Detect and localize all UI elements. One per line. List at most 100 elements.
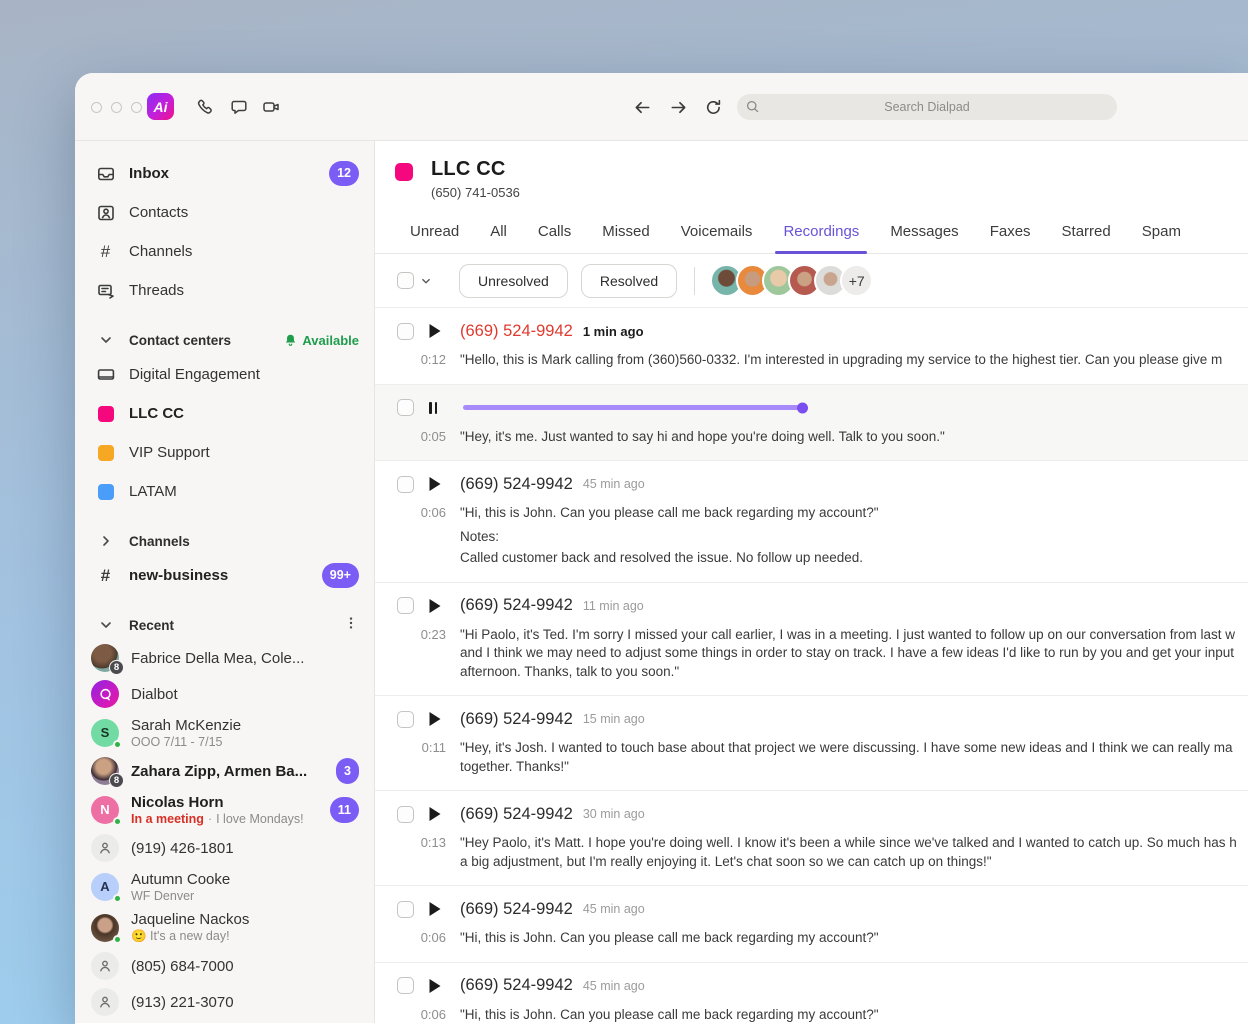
transcript-text: "Hey Paolo, it's Matt. I hope you're doi… bbox=[460, 834, 1248, 853]
play-icon[interactable] bbox=[428, 598, 443, 614]
close-window-button[interactable] bbox=[91, 102, 102, 113]
phone-icon[interactable] bbox=[195, 97, 215, 117]
resolved-filter-button[interactable]: Resolved bbox=[581, 264, 677, 298]
tab-all[interactable]: All bbox=[490, 223, 507, 253]
minimize-window-button[interactable] bbox=[111, 102, 122, 113]
caller-number[interactable]: (669) 524-9942 bbox=[460, 596, 573, 615]
agent-overflow-count[interactable]: +7 bbox=[840, 264, 873, 297]
tab-voicemails[interactable]: Voicemails bbox=[681, 223, 753, 253]
recent-item-name: Zahara Zipp, Armen Ba... bbox=[131, 763, 307, 780]
recording-duration: 0:13 bbox=[397, 835, 446, 871]
play-icon[interactable] bbox=[428, 806, 443, 822]
zoom-window-button[interactable] bbox=[131, 102, 142, 113]
caller-number[interactable]: (669) 524-9942 bbox=[460, 475, 573, 494]
inbox-icon bbox=[95, 164, 116, 184]
playback-progress-bar[interactable] bbox=[463, 405, 805, 410]
sidebar-item-digital-engagement[interactable]: Digital Engagement bbox=[75, 355, 374, 394]
play-icon[interactable] bbox=[428, 476, 443, 492]
caller-number[interactable]: (669) 524-9942 bbox=[460, 322, 573, 341]
chat-icon[interactable] bbox=[229, 97, 249, 117]
caller-number[interactable]: (669) 524-9942 bbox=[460, 805, 573, 824]
recording-row[interactable]: (669) 524-9942 45 min ago 0:06 "Hi, this… bbox=[375, 461, 1248, 583]
recording-row[interactable]: (669) 524-9942 1 min ago 0:12 "Hello, th… bbox=[375, 308, 1248, 385]
sidebar-item-inbox[interactable]: Inbox 12 bbox=[75, 154, 374, 193]
caller-number[interactable]: (669) 524-9942 bbox=[460, 976, 573, 995]
row-checkbox[interactable] bbox=[397, 977, 414, 994]
sidebar-item-contacts[interactable]: Contacts bbox=[75, 193, 374, 232]
tab-messages[interactable]: Messages bbox=[890, 223, 958, 253]
availability-status[interactable]: Available bbox=[283, 333, 359, 348]
unresolved-filter-button[interactable]: Unresolved bbox=[459, 264, 568, 298]
recording-duration: 0:23 bbox=[397, 627, 446, 682]
sidebar-item-label: VIP Support bbox=[129, 444, 210, 461]
row-checkbox[interactable] bbox=[397, 476, 414, 493]
tab-calls[interactable]: Calls bbox=[538, 223, 571, 253]
recording-row[interactable]: (669) 524-9942 45 min ago 0:06 "Hi, this… bbox=[375, 886, 1248, 963]
recent-item-dialbot[interactable]: Dialbot bbox=[75, 676, 374, 712]
recording-row-playing[interactable]: 0:05 "Hey, it's me. Just wanted to say h… bbox=[375, 385, 1248, 462]
caller-number[interactable]: (669) 524-9942 bbox=[460, 710, 573, 729]
tab-missed[interactable]: Missed bbox=[602, 223, 650, 253]
recent-item-phone-913[interactable]: (913) 221-3070 bbox=[75, 984, 374, 1020]
sidebar-item-channels[interactable]: # Channels bbox=[75, 232, 374, 271]
row-checkbox[interactable] bbox=[397, 323, 414, 340]
chevron-down-icon[interactable] bbox=[419, 274, 433, 288]
recent-item-nicolas[interactable]: N Nicolas Horn In a meeting·I love Monda… bbox=[75, 789, 374, 830]
sidebar-item-vip-support[interactable]: VIP Support bbox=[75, 433, 374, 472]
tab-unread[interactable]: Unread bbox=[410, 223, 459, 253]
select-all-checkbox[interactable] bbox=[397, 272, 414, 289]
recording-duration: 0:05 bbox=[397, 429, 446, 447]
row-checkbox[interactable] bbox=[397, 711, 414, 728]
tab-starred[interactable]: Starred bbox=[1062, 223, 1111, 253]
recording-row[interactable]: (669) 524-9942 15 min ago 0:11 "Hey, it'… bbox=[375, 696, 1248, 791]
sidebar-item-label: Channels bbox=[129, 243, 192, 260]
recording-row[interactable]: (669) 524-9942 30 min ago 0:13 "Hey Paol… bbox=[375, 791, 1248, 886]
row-checkbox[interactable] bbox=[397, 399, 414, 416]
recent-item-phone-919[interactable]: (919) 426-1801 bbox=[75, 830, 374, 866]
tab-faxes[interactable]: Faxes bbox=[990, 223, 1031, 253]
tab-bar: Unread All Calls Missed Voicemails Recor… bbox=[375, 223, 1248, 254]
divider bbox=[694, 267, 695, 295]
play-icon[interactable] bbox=[428, 901, 443, 917]
recent-item-phone-805[interactable]: (805) 684-7000 bbox=[75, 948, 374, 984]
recording-time: 11 min ago bbox=[583, 599, 644, 613]
playback-scrubber[interactable] bbox=[797, 402, 808, 413]
forward-icon[interactable] bbox=[669, 98, 688, 117]
notes-label: Notes: bbox=[460, 528, 1248, 547]
recent-header[interactable]: Recent bbox=[75, 610, 374, 640]
pause-icon[interactable] bbox=[429, 402, 442, 414]
tab-recordings[interactable]: Recordings bbox=[783, 223, 859, 253]
tab-spam[interactable]: Spam bbox=[1142, 223, 1181, 253]
recent-item-jaqueline[interactable]: Jaqueline Nackos 🙂 It's a new day! bbox=[75, 907, 374, 948]
channel-unread-badge: 99+ bbox=[322, 563, 359, 588]
presence-online-dot bbox=[113, 894, 122, 903]
recent-item-sarah[interactable]: S Sarah McKenzie OOO 7/11 - 7/15 bbox=[75, 712, 374, 753]
avatar: 8 bbox=[91, 644, 119, 672]
play-icon[interactable] bbox=[428, 323, 443, 339]
channels-header[interactable]: Channels bbox=[75, 526, 374, 556]
row-checkbox[interactable] bbox=[397, 901, 414, 918]
recording-row[interactable]: (669) 524-9942 11 min ago 0:23 "Hi Paolo… bbox=[375, 583, 1248, 697]
sidebar-item-threads[interactable]: Threads bbox=[75, 271, 374, 310]
row-checkbox[interactable] bbox=[397, 597, 414, 614]
agent-avatar-group[interactable]: +7 bbox=[710, 264, 873, 297]
search-input[interactable]: Search Dialpad bbox=[737, 94, 1117, 120]
recent-options-icon[interactable] bbox=[343, 615, 359, 636]
recording-time: 15 min ago bbox=[583, 712, 645, 726]
refresh-icon[interactable] bbox=[704, 98, 723, 117]
row-checkbox[interactable] bbox=[397, 806, 414, 823]
recent-item-fabrice[interactable]: 8 Fabrice Della Mea, Cole... bbox=[75, 640, 374, 676]
contact-centers-header[interactable]: Contact centers Available bbox=[75, 325, 374, 355]
sidebar-item-new-business[interactable]: # new-business 99+ bbox=[75, 556, 374, 595]
sidebar-item-latam[interactable]: LATAM bbox=[75, 472, 374, 511]
back-icon[interactable] bbox=[633, 98, 652, 117]
play-icon[interactable] bbox=[428, 711, 443, 727]
video-icon[interactable] bbox=[261, 97, 281, 117]
recent-item-autumn[interactable]: A Autumn Cooke WF Denver bbox=[75, 866, 374, 907]
sidebar-item-llc-cc[interactable]: LLC CC bbox=[75, 394, 374, 433]
recent-item-zahara[interactable]: 8 Zahara Zipp, Armen Ba... 3 bbox=[75, 753, 374, 789]
play-icon[interactable] bbox=[428, 978, 443, 994]
recording-row[interactable]: (669) 524-9942 45 min ago 0:06 "Hi, this… bbox=[375, 963, 1248, 1024]
caller-number[interactable]: (669) 524-9942 bbox=[460, 900, 573, 919]
window-controls[interactable] bbox=[91, 102, 142, 113]
